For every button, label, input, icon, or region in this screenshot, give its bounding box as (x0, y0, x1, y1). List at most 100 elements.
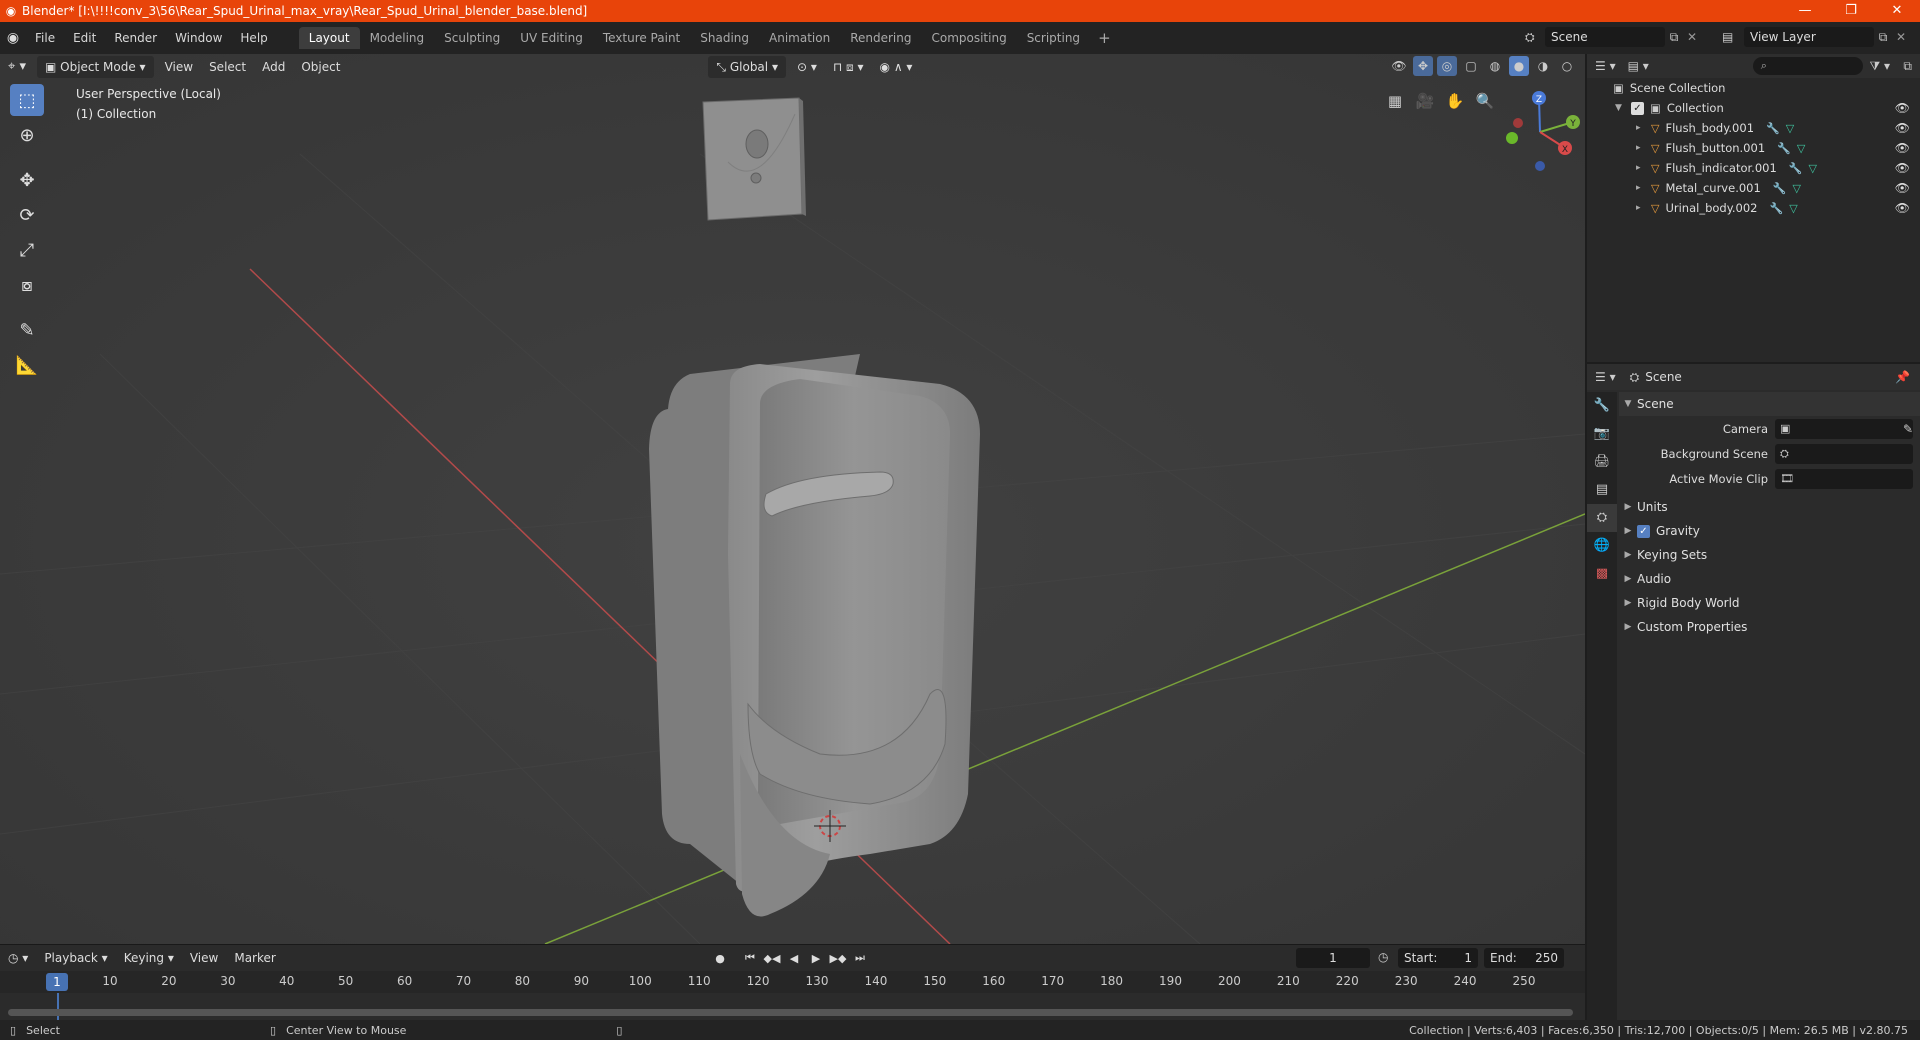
new-scene-icon[interactable]: ⧉ (1665, 30, 1683, 45)
pan-hand-icon[interactable]: ✋ (1440, 86, 1470, 116)
filter-icon[interactable]: ⧩ ▾ (1869, 59, 1890, 74)
tab-compositing[interactable]: Compositing (921, 27, 1016, 49)
blender-menu-icon[interactable]: ◉ (0, 30, 26, 46)
frame-ruler[interactable]: 1 10 20 30 40 50 60 70 80 90 100 110 120 130 140 150 160… (0, 971, 1585, 993)
background-scene-field[interactable]: ⛭ (1775, 443, 1913, 464)
tab-sculpting[interactable]: Sculpting (434, 27, 510, 49)
menu-window[interactable]: Window (166, 22, 231, 54)
timeline-editor-type-icon[interactable]: ◷ ▾ (0, 951, 36, 965)
tab-animation[interactable]: Animation (759, 27, 840, 49)
transform-tool-icon[interactable]: ⧇ (10, 269, 44, 301)
tab-shading[interactable]: Shading (690, 27, 759, 49)
timeline-menu-playback[interactable]: Playback ▾ (36, 951, 115, 965)
view-layer-field[interactable]: View Layer (1744, 27, 1874, 47)
gravity-checkbox[interactable]: ✓ (1637, 524, 1650, 538)
audio-panel-header[interactable]: ▶ Audio (1619, 567, 1920, 591)
texture-tab-icon[interactable]: ▩ (1587, 560, 1617, 588)
timeline-menu-keying[interactable]: Keying ▾ (116, 951, 182, 965)
expand-arrow-icon[interactable]: ▸ (1636, 183, 1641, 193)
visibility-icon[interactable]: 👁 (1389, 56, 1409, 76)
move-tool-icon[interactable]: ✥ (10, 164, 44, 196)
outliner-object-row[interactable]: ▸ ▽ Metal_curve.001 🔧 ▽ 👁 (1587, 178, 1920, 198)
tab-texture-paint[interactable]: Texture Paint (593, 27, 690, 49)
timeline-menu-view[interactable]: View (182, 951, 226, 965)
world-tab-icon[interactable]: 🌐 (1587, 532, 1617, 560)
visibility-eye-icon[interactable]: 👁 (1895, 181, 1910, 195)
overlay-toggle-icon[interactable]: ◎ (1437, 56, 1457, 76)
navigation-gizmo[interactable]: Z Y X (1495, 84, 1585, 174)
tab-rendering[interactable]: Rendering (840, 27, 921, 49)
tab-scripting[interactable]: Scripting (1017, 27, 1090, 49)
playhead-line[interactable] (57, 993, 59, 1021)
tool-tab-icon[interactable]: 🔧 (1587, 392, 1617, 420)
visibility-eye-icon[interactable]: 👁 (1895, 141, 1910, 155)
wireframe-shading-icon[interactable]: ◍ (1485, 56, 1505, 76)
custom-properties-panel-header[interactable]: ▶ Custom Properties (1619, 615, 1920, 639)
collection-checkbox[interactable]: ✓ (1631, 101, 1644, 115)
keying-sets-panel-header[interactable]: ▶ Keying Sets (1619, 543, 1920, 567)
outliner-collection[interactable]: ▼ ✓ ▣ Collection 👁 (1587, 98, 1920, 118)
3d-viewport[interactable]: ⌖ ▾ ▣ Object Mode ▾ View Select Add Obje… (0, 54, 1585, 944)
camera-view-icon[interactable]: 🎥 (1410, 86, 1440, 116)
jump-start-icon[interactable]: ⏮ (740, 948, 760, 968)
close-icon[interactable]: ✕ (1874, 0, 1920, 22)
urinal-model[interactable] (649, 354, 980, 917)
outliner-object-row[interactable]: ▸ ▽ Urinal_body.002 🔧 ▽ 👁 (1587, 198, 1920, 218)
properties-editor-type-icon[interactable]: ☰ ▾ (1587, 370, 1624, 384)
units-panel-header[interactable]: ▶ Units (1619, 495, 1920, 519)
outliner-editor-type-icon[interactable]: ☰ ▾ (1587, 59, 1624, 73)
expand-arrow-icon[interactable]: ▸ (1636, 203, 1641, 213)
restore-icon[interactable]: ❐ (1828, 0, 1874, 22)
xray-icon[interactable]: ▢ (1461, 56, 1481, 76)
visibility-eye-icon[interactable]: 👁 (1895, 121, 1910, 135)
gizmo-toggle-icon[interactable]: ✥ (1413, 56, 1433, 76)
visibility-eye-icon[interactable]: 👁 (1895, 161, 1910, 175)
cursor-tool-icon[interactable]: ⊕ (10, 119, 44, 151)
outliner-object-row[interactable]: ▸ ▽ Flush_indicator.001 🔧 ▽ 👁 (1587, 158, 1920, 178)
material-shading-icon[interactable]: ◑ (1533, 56, 1553, 76)
visibility-eye-icon[interactable]: 👁 (1895, 101, 1910, 115)
scene-panel-header[interactable]: ▼ Scene (1619, 392, 1920, 416)
pin-icon[interactable]: 📌 (1895, 370, 1910, 384)
view-layer-tab-icon[interactable]: ▤ (1587, 476, 1617, 504)
new-collection-icon[interactable]: ⧉ (1903, 59, 1912, 74)
pivot-icon[interactable]: ⊙ ▾ (789, 56, 825, 78)
jump-end-icon[interactable]: ⏭ (850, 948, 870, 968)
flush-plate-model[interactable] (702, 97, 806, 221)
timeline-menu-marker[interactable]: Marker (226, 951, 283, 965)
proportional-edit-icon[interactable]: ◉ ∧ ▾ (872, 56, 921, 78)
measure-tool-icon[interactable]: 📐 (10, 349, 44, 381)
scene-tab-icon[interactable]: ⛭ (1587, 504, 1617, 532)
current-frame-field[interactable]: 1 (1296, 948, 1370, 968)
editor-type-icon[interactable]: ⌖ ▾ (0, 56, 34, 78)
view-layer-icon[interactable]: ▤ (1722, 30, 1744, 44)
solid-shading-icon[interactable]: ● (1509, 56, 1529, 76)
visibility-eye-icon[interactable]: 👁 (1895, 201, 1910, 215)
menu-render[interactable]: Render (105, 22, 166, 54)
transform-orientation-dropdown[interactable]: ⤡ Global ▾ (708, 56, 786, 78)
outliner-search-input[interactable]: ⌕ (1752, 57, 1863, 75)
current-frame-marker[interactable]: 1 (46, 973, 68, 991)
play-reverse-icon[interactable]: ◀ (784, 948, 804, 968)
end-frame-field[interactable]: End: 250 (1484, 948, 1564, 968)
viewport-menu-add[interactable]: Add (254, 56, 293, 78)
annotate-tool-icon[interactable]: ✎ (10, 314, 44, 346)
tab-layout[interactable]: Layout (298, 27, 360, 49)
rendered-shading-icon[interactable]: ○ (1557, 56, 1577, 76)
object-mode-dropdown[interactable]: ▣ Object Mode ▾ (36, 56, 154, 78)
play-icon[interactable]: ▶ (806, 948, 826, 968)
delete-scene-icon[interactable]: ✕ (1683, 30, 1701, 44)
rigid-body-world-panel-header[interactable]: ▶ Rigid Body World (1619, 591, 1920, 615)
snap-icon[interactable]: ⊓ ⧈ ▾ (825, 56, 872, 78)
expand-arrow-icon[interactable]: ▸ (1636, 123, 1641, 133)
active-movie-clip-field[interactable]: 🎞 (1775, 468, 1913, 489)
scene-name-field[interactable]: Scene (1545, 27, 1665, 47)
select-box-tool-icon[interactable]: ⬚ (10, 84, 44, 116)
rotate-tool-icon[interactable]: ⟳ (10, 199, 44, 231)
output-tab-icon[interactable]: 🖨 (1587, 448, 1617, 476)
outliner-object-row[interactable]: ▸ ▽ Flush_body.001 🔧 ▽ 👁 (1587, 118, 1920, 138)
camera-field[interactable]: ▣ (1775, 418, 1913, 439)
viewport-menu-select[interactable]: Select (201, 56, 254, 78)
expand-arrow-icon[interactable]: ▸ (1636, 143, 1641, 153)
toggle-view-grid-icon[interactable]: ▦ (1380, 86, 1410, 116)
